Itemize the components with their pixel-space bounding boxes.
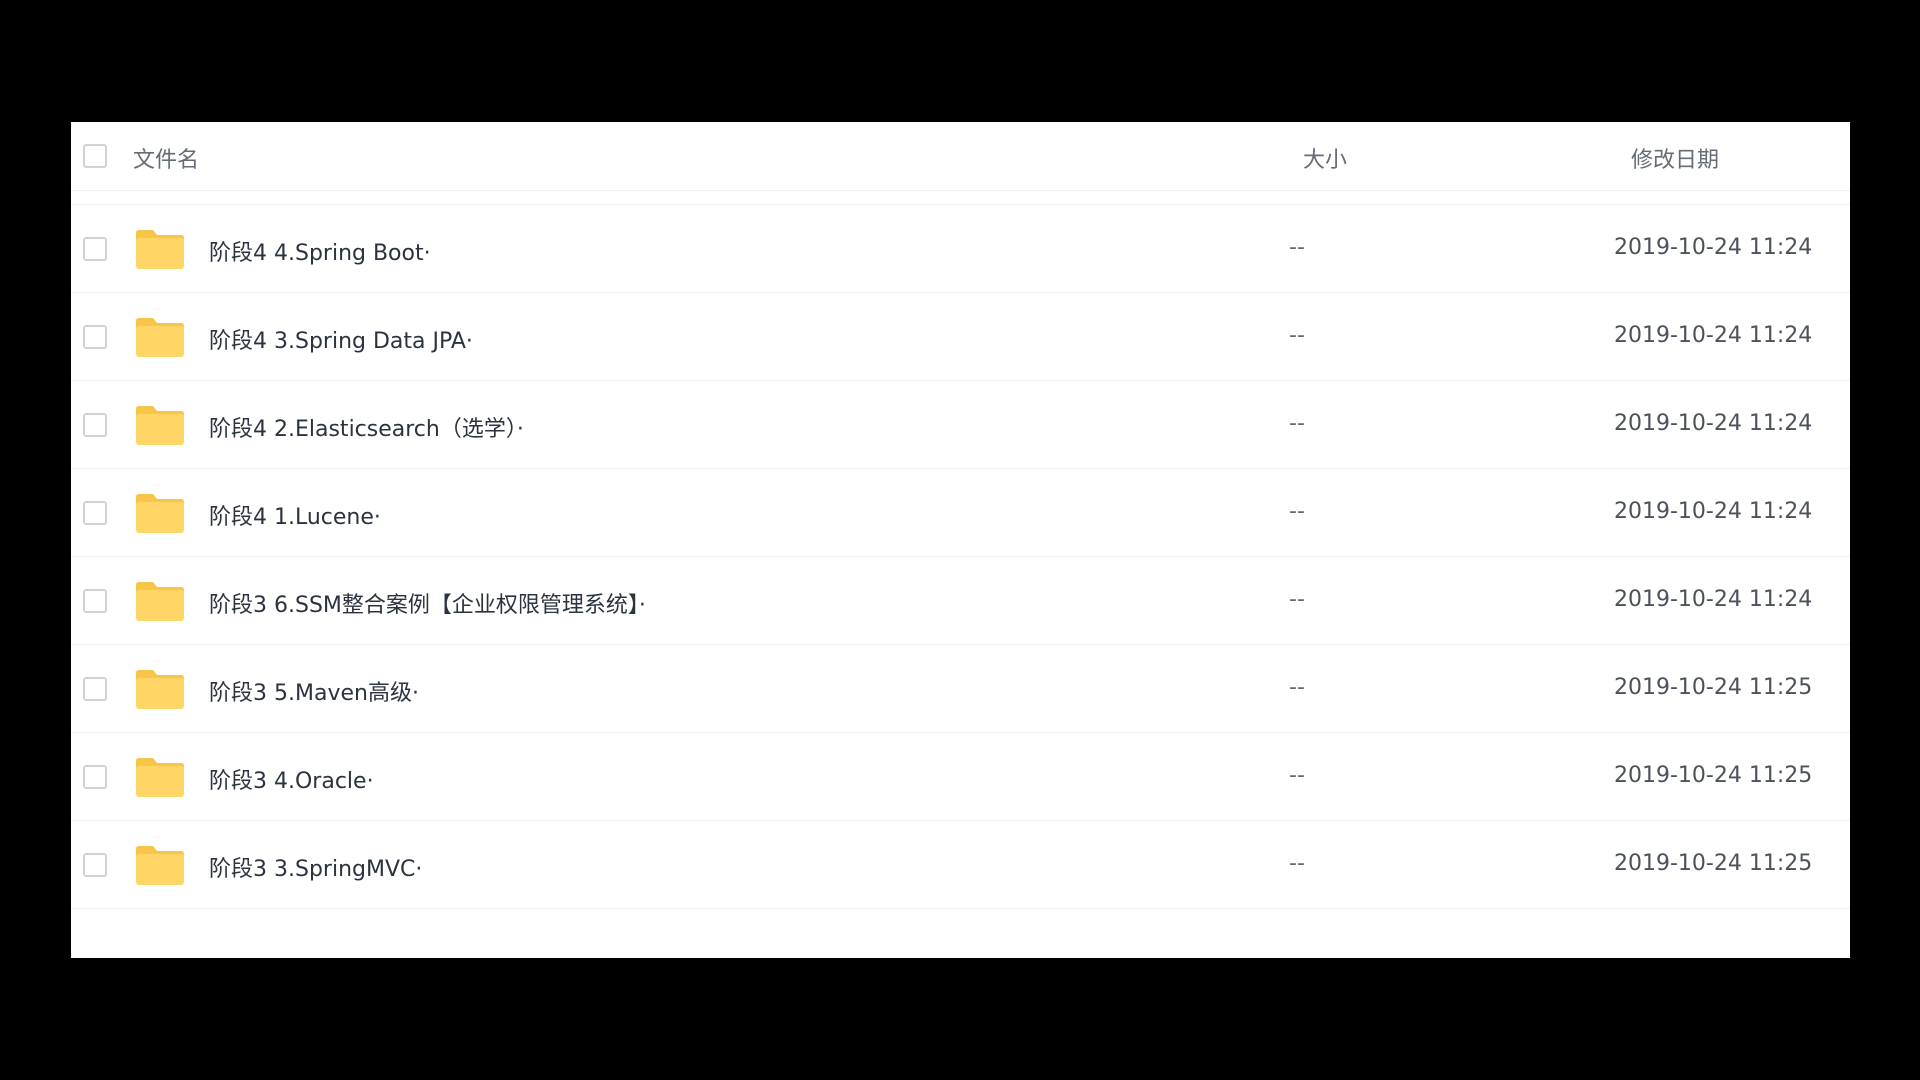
column-header-filename[interactable]: 文件名 [133,142,199,174]
row-checkbox[interactable] [83,501,107,525]
file-modified-date: 2019-10-24 11:25 [1614,675,1813,700]
file-name-link[interactable]: 阶段4 4.Spring Boot· [209,235,431,267]
folder-icon[interactable] [134,755,186,799]
file-size: -- [1289,411,1305,436]
file-row[interactable]: 阶段3 5.Maven高级· -- 2019-10-24 11:25 [71,646,1850,733]
folder-icon[interactable] [134,403,186,447]
file-size: -- [1289,235,1305,260]
file-row[interactable]: 阶段4 2.Elasticsearch（选学）· -- 2019-10-24 11:… [71,382,1850,469]
row-checkbox[interactable] [83,677,107,701]
folder-icon[interactable] [134,579,186,623]
row-checkbox[interactable] [83,765,107,789]
file-modified-date: 2019-10-24 11:24 [1614,411,1813,436]
file-name-link[interactable]: 阶段4 1.Lucene· [209,499,381,531]
file-row[interactable]: 阶段4 3.Spring Data JPA· -- 2019-10-24 11:24 [71,294,1850,381]
file-list-panel: 文件名 大小 修改日期 阶段4 5.Git--2019-10-24 11:24阶… [71,122,1850,958]
file-size: -- [1289,675,1305,700]
row-checkbox[interactable] [83,589,107,613]
file-row[interactable]: 阶段3 4.Oracle· -- 2019-10-24 11:25 [71,734,1850,821]
file-name-link[interactable]: 阶段3 6.SSM整合案例【企业权限管理系统】· [209,587,646,619]
row-checkbox[interactable] [83,413,107,437]
file-size: -- [1289,763,1305,788]
column-header-size[interactable]: 大小 [1303,142,1347,174]
folder-icon[interactable] [134,315,186,359]
file-name-link[interactable]: 阶段3 3.SpringMVC· [209,851,422,883]
file-name-link[interactable]: 阶段3 5.Maven高级· [209,675,419,707]
file-modified-date: 2019-10-24 11:24 [1614,235,1813,260]
row-checkbox[interactable] [83,237,107,261]
file-modified-date: 2019-10-24 11:25 [1614,851,1813,876]
file-size: -- [1289,587,1305,612]
file-row[interactable]: 阶段3 6.SSM整合案例【企业权限管理系统】· -- 2019-10-24 11:… [71,558,1850,645]
row-checkbox[interactable] [83,853,107,877]
row-checkbox[interactable] [83,325,107,349]
file-name-link[interactable]: 阶段4 3.Spring Data JPA· [209,323,473,355]
file-modified-date: 2019-10-24 11:25 [1614,763,1813,788]
file-list: 阶段4 5.Git--2019-10-24 11:24阶段4 4.Spring … [71,122,1850,958]
file-row[interactable]: 阶段4 4.Spring Boot· -- 2019-10-24 11:24 [71,206,1850,293]
folder-icon[interactable] [134,227,186,271]
file-list-header: 文件名 大小 修改日期 [71,122,1850,191]
file-modified-date: 2019-10-24 11:24 [1614,323,1813,348]
folder-icon[interactable] [134,667,186,711]
file-name-link[interactable]: 阶段4 2.Elasticsearch（选学）· [209,411,524,443]
file-modified-date: 2019-10-24 11:24 [1614,587,1813,612]
file-name-link[interactable]: 阶段3 4.Oracle· [209,763,374,795]
file-size: -- [1289,499,1305,524]
file-row[interactable]: 阶段4 1.Lucene· -- 2019-10-24 11:24 [71,470,1850,557]
file-row[interactable]: 阶段3 3.SpringMVC· -- 2019-10-24 11:25 [71,822,1850,909]
select-all-checkbox[interactable] [83,144,107,168]
folder-icon[interactable] [134,843,186,887]
file-size: -- [1289,851,1305,876]
file-modified-date: 2019-10-24 11:24 [1614,499,1813,524]
column-header-modified-date[interactable]: 修改日期 [1631,142,1719,174]
file-size: -- [1289,323,1305,348]
folder-icon[interactable] [134,491,186,535]
